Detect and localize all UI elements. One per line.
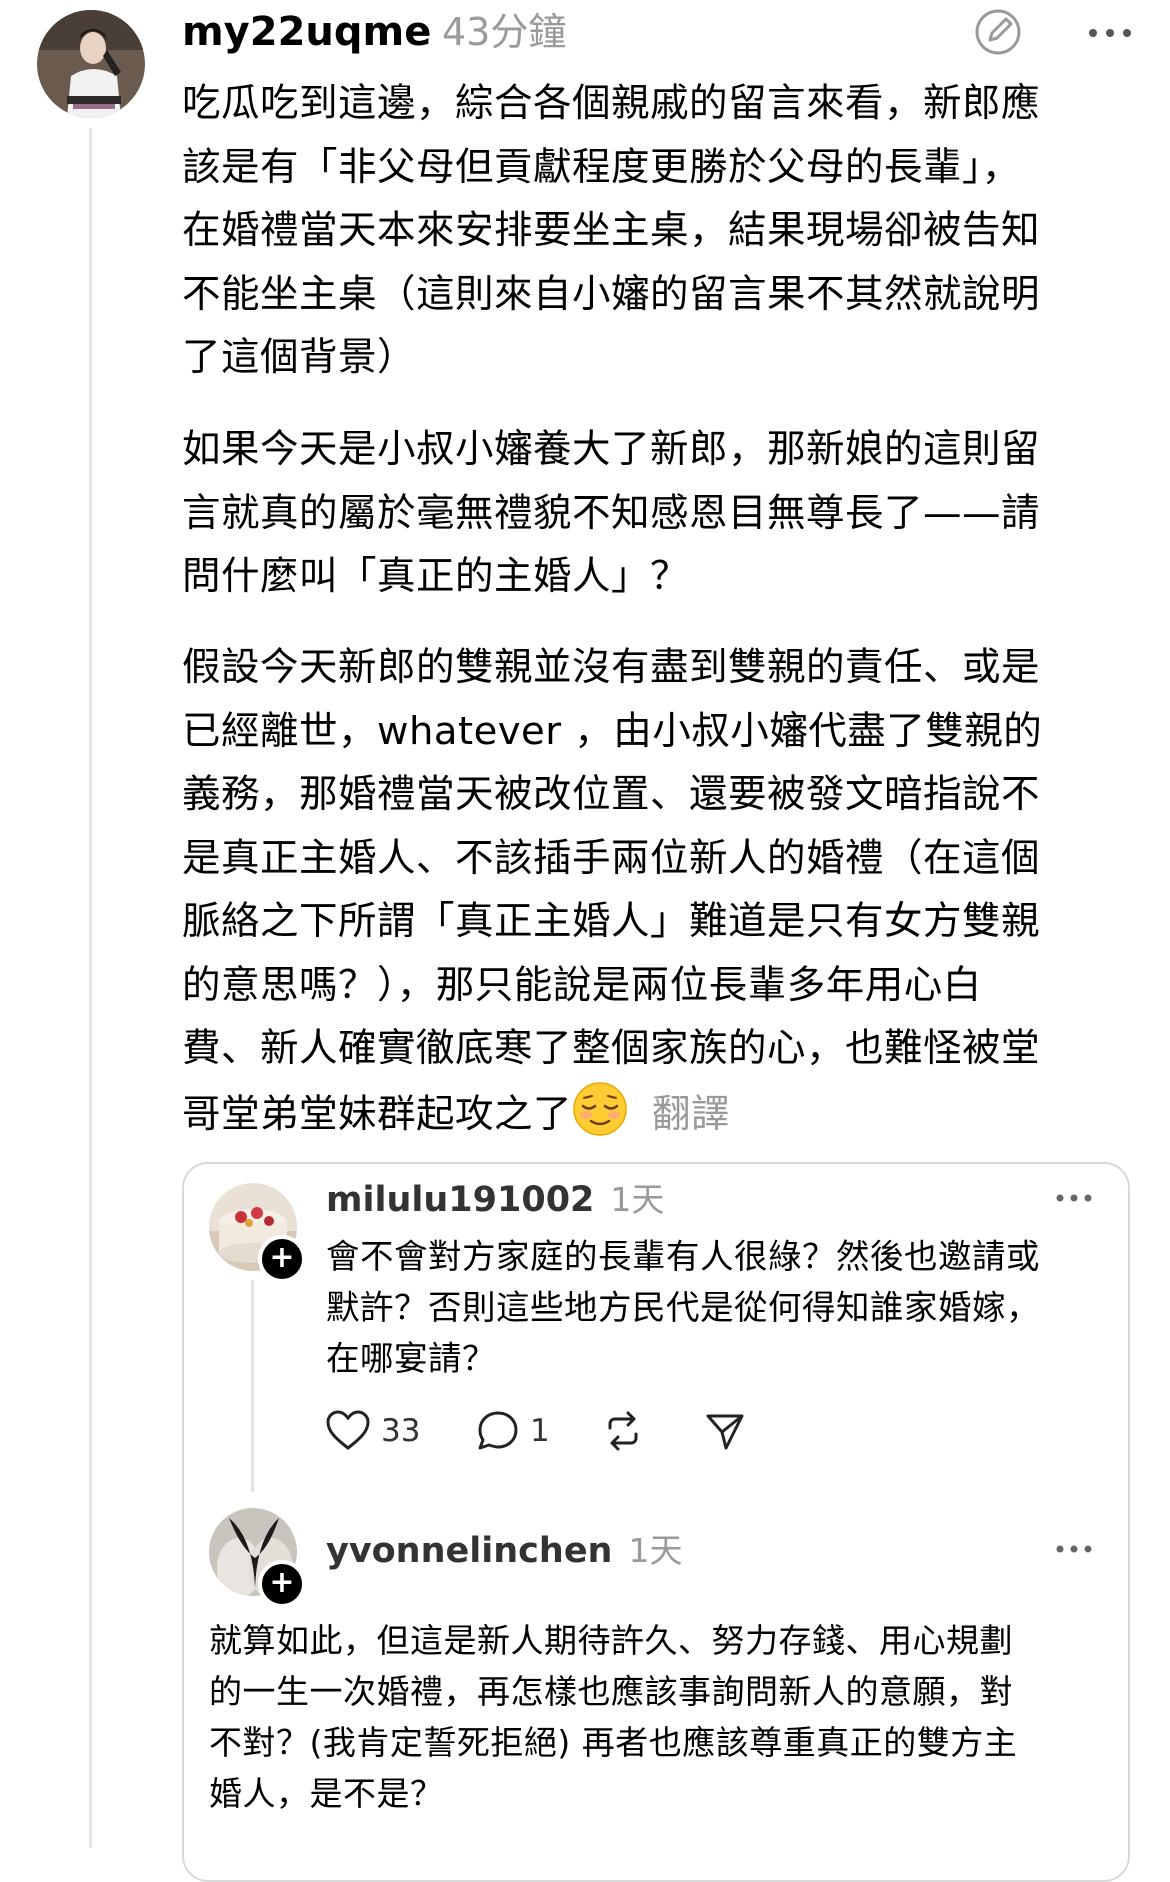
post-paragraph-3-text: 假設今天新郎的雙親並沒有盡到雙親的責任、或是 已經離世，whatever ，由小… <box>182 645 1043 1137</box>
reply2-text: 就算如此，但這是新人期待許久、努力存錢、用心規劃 的一生一次婚禮，再怎樣也應該事… <box>209 1621 1018 1813</box>
reply2-username[interactable]: yvonnelinchen <box>326 1527 612 1575</box>
heart-icon <box>326 1410 370 1450</box>
post-paragraph-2: 如果今天是小叔小嬸養大了新郎，那新娘的這則留 言就真的屬於毫無禮貌不知感恩目無尊… <box>182 427 1041 599</box>
reply1-text: 會不會對方家庭的長輩有人很綠？然後也邀請或 默許？否則這些地方民代是從何得知誰家… <box>326 1237 1040 1378</box>
reply2-header: yvonnelinchen 1天 <box>326 1527 682 1575</box>
like-count: 33 <box>381 1413 421 1449</box>
share-icon[interactable] <box>704 1410 746 1456</box>
reply2-time: 1天 <box>628 1531 683 1570</box>
repost-icon[interactable] <box>602 1410 644 1456</box>
more-options-icon[interactable] <box>1085 18 1135 48</box>
follow-plus-icon[interactable]: + <box>258 1235 306 1283</box>
author-avatar[interactable] <box>37 10 145 118</box>
post-username[interactable]: my22uqme <box>182 4 431 60</box>
follow-plus-icon[interactable]: + <box>258 1560 306 1608</box>
reply1-more-icon[interactable] <box>1054 1186 1094 1214</box>
reply-thread-line <box>251 1280 254 1492</box>
comment-bubble-icon <box>478 1411 518 1450</box>
comment-button[interactable]: 1 <box>476 1410 550 1452</box>
edit-icon[interactable] <box>972 6 1024 58</box>
reply1-time: 1天 <box>610 1180 665 1219</box>
post-paragraph-3: 假設今天新郎的雙親並沒有盡到雙親的責任、或是 已經離世，whatever ，由小… <box>182 636 1142 1156</box>
comment-count: 1 <box>530 1413 550 1449</box>
relieved-face-icon <box>572 1081 628 1157</box>
post-paragraph-1: 吃瓜吃到這邊，綜合各個親戚的留言來看，新郎應 該是有「非父母但貢獻程度更勝於父母… <box>182 81 1041 380</box>
post-time: 43分鐘 <box>442 10 567 54</box>
reply1-username[interactable]: milulu191002 <box>326 1176 594 1224</box>
reply2-more-icon[interactable] <box>1054 1537 1094 1565</box>
reply1-header: milulu191002 1天 <box>326 1176 664 1224</box>
like-button[interactable]: 33 <box>325 1410 420 1452</box>
translate-link[interactable]: 翻譯 <box>652 1092 730 1137</box>
thread-line <box>89 128 92 1848</box>
